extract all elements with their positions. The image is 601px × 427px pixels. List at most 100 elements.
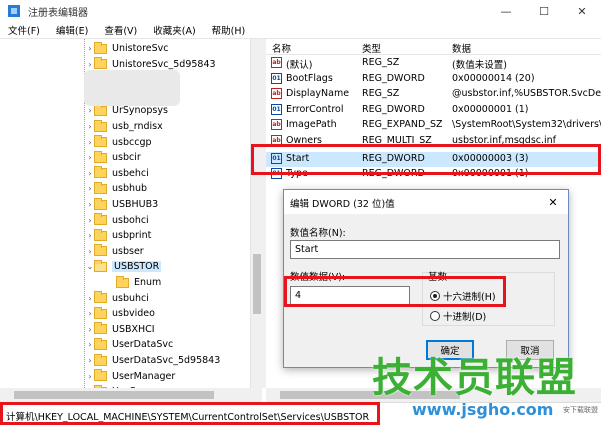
tree-item[interactable]: › usbohci (86, 213, 149, 228)
chevron-right-icon[interactable]: › (86, 181, 94, 196)
chevron-right-icon[interactable]: › (86, 119, 94, 134)
tree-scroll-thumb[interactable] (253, 254, 261, 314)
string-value-icon: ab (271, 57, 282, 68)
tree-item[interactable]: › UserDataSvc (86, 337, 173, 352)
chevron-right-icon[interactable]: › (86, 244, 94, 259)
value-name-field[interactable]: Start (290, 240, 560, 259)
chevron-right-icon[interactable]: › (86, 353, 94, 368)
watermark-logo: 技术员联盟 (372, 355, 577, 401)
menu-favorites[interactable]: 收藏夹(A) (145, 23, 203, 37)
chevron-down-icon[interactable]: ⌄ (86, 259, 94, 274)
tree-hscrollbar[interactable] (0, 388, 262, 402)
chevron-right-icon[interactable]: › (86, 135, 94, 150)
chevron-right-icon[interactable]: › (86, 322, 94, 337)
tree-item[interactable]: › usbser (86, 244, 144, 259)
dec-option[interactable]: 十进制(D) (430, 309, 486, 323)
menu-help[interactable]: 帮助(H) (204, 23, 254, 37)
folder-icon (94, 57, 107, 70)
tree-item[interactable]: › usbvideo (86, 306, 155, 321)
tree-item[interactable]: › usbhub (86, 181, 147, 196)
tree-item-label: USBSTOR (112, 261, 162, 273)
column-name[interactable]: 名称 (272, 41, 291, 55)
dialog-close-button[interactable]: ✕ (538, 190, 568, 214)
column-data[interactable]: 数据 (452, 41, 471, 55)
chevron-right-icon[interactable]: › (86, 197, 94, 212)
folder-icon (94, 166, 107, 179)
chevron-right-icon[interactable]: › (86, 369, 94, 384)
tree-item[interactable]: › usbcir (86, 150, 141, 165)
tree-item[interactable]: ⌄ USBSTOR (86, 259, 162, 274)
menu-edit[interactable]: 编辑(E) (48, 23, 96, 37)
watermark-url: www.jsgho.com (412, 400, 554, 419)
tree-item[interactable]: › usbccgp (86, 135, 152, 150)
tree-item-label: usbvideo (112, 308, 155, 320)
folder-icon (94, 306, 107, 319)
value-data: 0x00000001 (1) (452, 103, 529, 115)
value-data: 0x00000014 (20) (452, 72, 535, 84)
tree-item-label: UrSynopsys (112, 105, 168, 117)
binary-value-icon: 01 (271, 72, 282, 84)
tree-item-label: Enum (134, 277, 162, 288)
tree-item[interactable]: › UserManager (86, 369, 175, 384)
binary-value-icon: 01 (271, 103, 282, 115)
value-name: DisplayName (286, 88, 350, 100)
folder-icon (94, 119, 107, 132)
chevron-right-icon[interactable] (108, 275, 116, 290)
tree-hscroll-thumb[interactable] (14, 391, 214, 399)
value-name-label: 数值名称(N): (290, 228, 346, 239)
folder-icon (94, 103, 107, 116)
folder-icon (94, 244, 107, 257)
chevron-right-icon[interactable]: › (86, 166, 94, 181)
tree-item[interactable]: › UserDataSvc_5d95843 (86, 353, 220, 368)
folder-icon (94, 41, 107, 54)
value-type: REG_SZ (362, 57, 400, 68)
value-row[interactable]: ab DisplayName REG_SZ @usbstor.inf,%USBSTOR… (266, 87, 601, 102)
value-name: ErrorControl (286, 103, 344, 115)
chevron-right-icon[interactable]: › (86, 41, 94, 56)
menu-file[interactable]: 文件(F) (0, 23, 48, 37)
chevron-right-icon[interactable]: › (86, 228, 94, 243)
tree-item[interactable]: › usb_rndisx (86, 119, 163, 134)
tree-item-label: usbser (112, 245, 144, 257)
maximize-button[interactable]: ☐ (525, 0, 563, 22)
value-type: REG_DWORD (362, 103, 425, 115)
folder-icon (94, 259, 107, 272)
folder-icon (94, 353, 107, 366)
folder-icon (94, 181, 107, 194)
chevron-right-icon[interactable]: › (86, 337, 94, 352)
tree-item[interactable]: › USBHUB3 (86, 197, 158, 212)
value-row[interactable]: 01 ErrorControl REG_DWORD 0x00000001 (1) (266, 103, 601, 118)
value-type: REG_SZ (362, 88, 400, 100)
value-row[interactable]: 01 BootFlags REG_DWORD 0x00000014 (20) (266, 72, 601, 87)
tree-item[interactable]: › usbehci (86, 166, 149, 181)
tree-item-label: usb_rndisx (112, 121, 163, 132)
chevron-right-icon[interactable]: › (86, 213, 94, 228)
dialog-title: 编辑 DWORD (32 位)值 (290, 199, 395, 210)
list-header: 名称 类型 数据 (266, 39, 601, 55)
dec-radio[interactable] (430, 311, 440, 321)
value-name: BootFlags (286, 72, 333, 84)
tree-item[interactable]: › USBXHCI (86, 322, 155, 337)
tree-item-label: usbehci (112, 167, 149, 179)
menu-bar: 文件(F) 编辑(E) 查看(V) 收藏夹(A) 帮助(H) (0, 22, 601, 39)
chevron-right-icon[interactable]: › (86, 306, 94, 321)
tree-item[interactable]: › usbuhci (86, 291, 149, 306)
menu-view[interactable]: 查看(V) (96, 23, 145, 37)
blurred-region (84, 70, 180, 106)
value-row[interactable]: ab ImagePath REG_EXPAND_SZ \SystemRoot\Syst… (266, 118, 601, 133)
chevron-right-icon[interactable]: › (86, 291, 94, 306)
close-button[interactable]: ✕ (563, 0, 601, 22)
tree-item-label: USBHUB3 (112, 199, 159, 210)
minimize-button[interactable]: — (487, 0, 525, 22)
column-type[interactable]: 类型 (362, 41, 381, 55)
tree-item[interactable]: Enum (108, 275, 161, 290)
tree-item[interactable]: › UnistoreSvc (86, 41, 169, 56)
tree-item[interactable]: › usbprint (86, 228, 151, 243)
value-row[interactable]: ab (默认) REG_SZ (数值未设置) (266, 56, 601, 71)
folder-icon (94, 337, 107, 350)
tree-item-label: usbccgp (112, 136, 152, 148)
chevron-right-icon[interactable]: › (86, 150, 94, 165)
tree-item-label: usbprint (112, 230, 152, 242)
value-data: (数值未设置) (452, 60, 507, 71)
tree-scrollbar[interactable] (250, 39, 262, 388)
